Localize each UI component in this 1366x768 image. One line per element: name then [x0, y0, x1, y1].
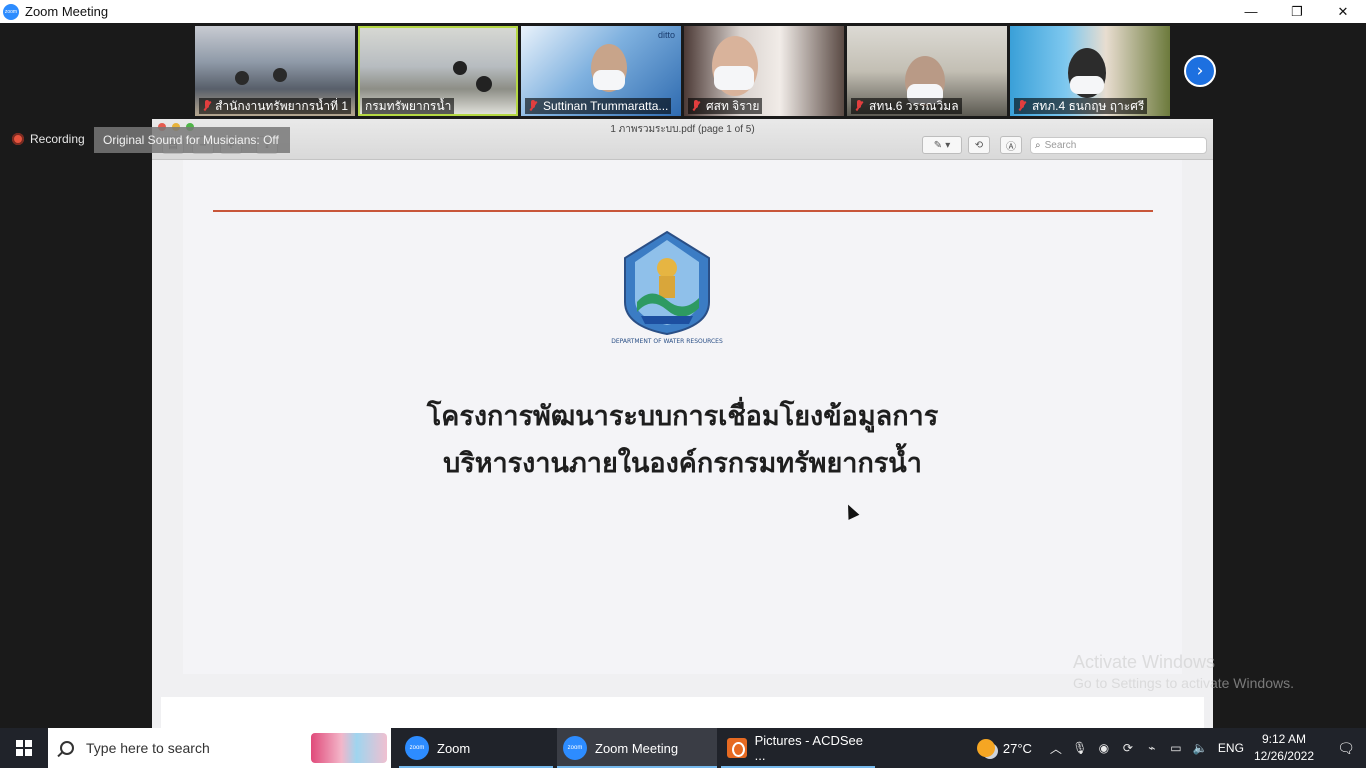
- notifications-icon[interactable]: 🗨: [1326, 728, 1366, 768]
- next-pdf-page: [161, 697, 1204, 728]
- search-icon: [60, 741, 74, 755]
- weather-temp: 27°C: [1002, 740, 1032, 756]
- system-tray: 27°C ︿ 🎙 ◉ ⟳ ⌁ ▭ 🔈 ENG 9:12 AM 12/26/202…: [976, 728, 1366, 768]
- mic-muted-icon: [202, 100, 210, 112]
- window-title: Zoom Meeting: [25, 4, 109, 19]
- title-rule: [213, 210, 1153, 212]
- volume-icon[interactable]: 🔈: [1188, 728, 1212, 768]
- clock-time: 9:12 AM: [1261, 732, 1306, 746]
- taskbar-item-label: Zoom Meeting: [595, 740, 679, 756]
- chevron-up-icon[interactable]: ︿: [1044, 728, 1068, 768]
- next-page-button[interactable]: ›: [1184, 55, 1216, 87]
- mic-muted-icon: [528, 100, 538, 112]
- emblem-caption: DEPARTMENT OF WATER RESOURCES: [611, 338, 723, 345]
- mic-muted-icon: [854, 100, 864, 112]
- camera-icon[interactable]: ◉: [1092, 728, 1116, 768]
- close-button[interactable]: ✕: [1320, 0, 1366, 23]
- participant-label: ศสท จิราย: [688, 98, 763, 114]
- participant-label: กรมทรัพยากรน้ำ: [362, 98, 455, 114]
- search-icon: ⌕: [1035, 140, 1041, 151]
- recording-indicator[interactable]: Recording: [12, 130, 85, 148]
- usb-icon[interactable]: ⌁: [1140, 728, 1164, 768]
- mic-muted-icon: [1017, 100, 1027, 112]
- title-bar: zoom Zoom Meeting — ❐ ✕: [0, 0, 1366, 23]
- search-highlight-icon: [311, 733, 387, 763]
- language-indicator[interactable]: ENG: [1218, 741, 1244, 755]
- participant-video[interactable]: ศสท จิราย: [684, 26, 844, 116]
- clock-date: 12/26/2022: [1253, 749, 1314, 763]
- windows-logo-icon: [16, 740, 32, 756]
- ditto-badge: ditto: [657, 30, 675, 40]
- weather-widget[interactable]: 27°C: [976, 739, 1032, 757]
- window-controls: — ❐ ✕: [1228, 0, 1366, 23]
- clock[interactable]: 9:12 AM 12/26/2022: [1254, 731, 1314, 765]
- chevron-right-icon: ›: [1196, 61, 1204, 81]
- activate-windows-watermark: Activate Windows Go to Settings to activ…: [1073, 652, 1294, 691]
- minimize-button[interactable]: —: [1228, 0, 1274, 23]
- search-input[interactable]: ⌕ Search: [1030, 137, 1207, 154]
- page-heading-line-2: บริหารงานภายในองค์กรกรมทรัพยากรน้ำ: [443, 448, 922, 479]
- participant-strip: สำนักงานทรัพยากรน้ำที่ 1 กรมทรัพยากรน้ำ …: [195, 26, 1170, 116]
- record-icon: [12, 133, 24, 145]
- participant-name: Suttinan Trummaratta...: [543, 99, 669, 113]
- document-title: 1 ภาพรวมระบบ.pdf (page 1 of 5): [610, 124, 755, 135]
- taskbar-item-label: Zoom: [437, 740, 471, 756]
- zoom-window: zoom Zoom Meeting — ❐ ✕ สำนักงานทรัพยากร…: [0, 0, 1366, 768]
- participant-label: สทภ.4 ธนกฤษ ฤาะศรี: [1014, 98, 1148, 114]
- department-emblem: DEPARTMENT OF WATER RESOURCES: [611, 230, 723, 345]
- weather-icon: [976, 739, 995, 757]
- taskbar-item-zoom-meeting[interactable]: zoom Zoom Meeting: [557, 728, 717, 768]
- taskbar-search[interactable]: Type here to search: [48, 728, 391, 768]
- participant-name: ศสท จิราย: [706, 99, 760, 113]
- participant-label: Suttinan Trummaratta...: [525, 98, 672, 114]
- search-placeholder: Search: [1044, 140, 1077, 151]
- shared-screen-pdf-viewer: 1 ภาพรวมระบบ.pdf (page 1 of 5) ▤ − + ⇪ ✎…: [152, 119, 1213, 728]
- network-icon[interactable]: ▭: [1164, 728, 1188, 768]
- participant-name: สทภ.4 ธนกฤษ ฤาะศรี: [1032, 99, 1145, 113]
- taskbar-item-zoom[interactable]: zoom Zoom: [399, 728, 553, 768]
- pdf-page: DEPARTMENT OF WATER RESOURCES โครงการพัฒ…: [183, 160, 1182, 674]
- participant-label: สทน.6 วรรณวิมล: [851, 98, 962, 114]
- participant-video[interactable]: สำนักงานทรัพยากรน้ำที่ 1: [195, 26, 355, 116]
- zoom-icon: zoom: [405, 736, 429, 760]
- start-button[interactable]: [0, 728, 48, 768]
- original-sound-toggle[interactable]: Original Sound for Musicians: Off: [94, 127, 290, 153]
- participant-label: สำนักงานทรัพยากรน้ำที่ 1: [199, 98, 351, 114]
- microphone-icon[interactable]: 🎙: [1068, 728, 1092, 768]
- participant-video[interactable]: ditto Suttinan Trummaratta...: [521, 26, 681, 116]
- taskbar-item-acdsee[interactable]: Pictures - ACDSee ...: [721, 728, 875, 768]
- mic-muted-icon: [691, 100, 701, 112]
- participant-name: สำนักงานทรัพยากรน้ำที่ 1: [215, 99, 348, 113]
- update-icon[interactable]: ⟳: [1116, 728, 1140, 768]
- participant-name: สทน.6 วรรณวิมล: [869, 99, 959, 113]
- acdsee-icon: [727, 738, 747, 758]
- participant-name: กรมทรัพยากรน้ำ: [365, 99, 452, 113]
- taskbar-item-label: Pictures - ACDSee ...: [754, 733, 863, 763]
- zoom-logo-icon: zoom: [3, 3, 19, 20]
- page-heading-line-1: โครงการพัฒนาระบบการเชื่อมโยงข้อมูลการ: [426, 401, 939, 432]
- participant-video[interactable]: สทน.6 วรรณวิมล: [847, 26, 1007, 116]
- watermark-line-2: Go to Settings to activate Windows.: [1073, 675, 1294, 691]
- participant-video-active[interactable]: กรมทรัพยากรน้ำ: [358, 26, 518, 116]
- taskbar-search-placeholder: Type here to search: [86, 740, 210, 756]
- viewer-toolbar: 1 ภาพรวมระบบ.pdf (page 1 of 5) ▤ − + ⇪ ✎…: [152, 119, 1213, 160]
- participant-video[interactable]: สทภ.4 ธนกฤษ ฤาะศรี: [1010, 26, 1170, 116]
- annotate-icon[interactable]: Ⓐ: [1000, 136, 1022, 154]
- taskbar: Type here to search zoom Zoom zoom Zoom …: [0, 728, 1366, 768]
- page-gap: [161, 674, 1204, 696]
- recording-label: Recording: [30, 132, 85, 146]
- restore-button[interactable]: ❐: [1274, 0, 1320, 23]
- markup-pen-icon[interactable]: ✎ ▾: [922, 136, 962, 154]
- rotate-icon[interactable]: ⟲: [968, 136, 990, 154]
- zoom-icon: zoom: [563, 736, 587, 760]
- watermark-line-1: Activate Windows: [1073, 652, 1216, 672]
